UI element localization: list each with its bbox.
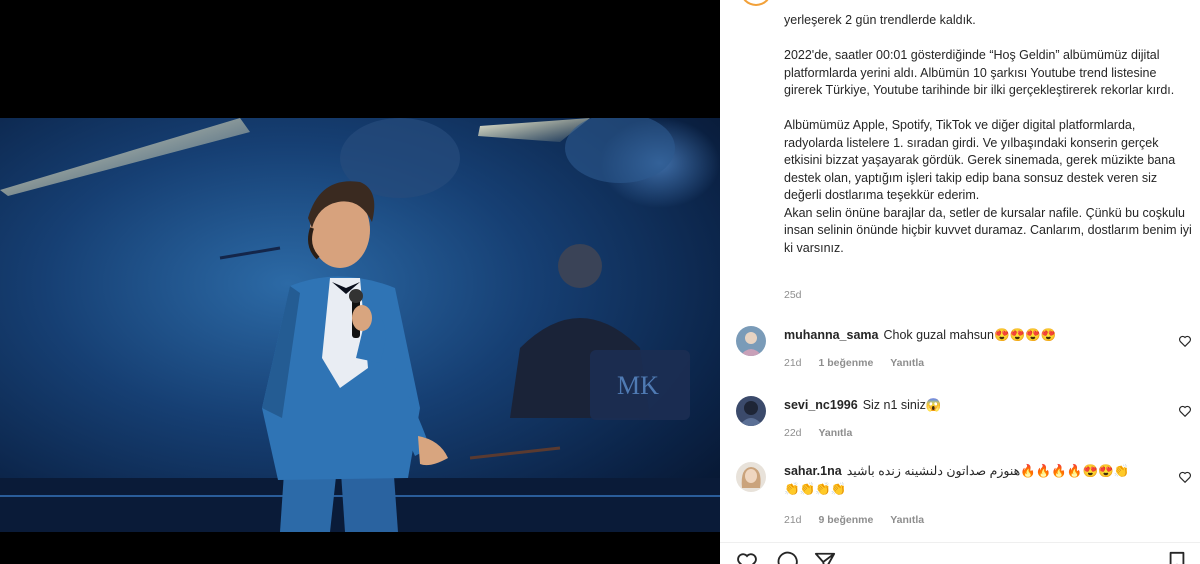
post-action-bar [720,542,1200,564]
heart-icon[interactable] [1178,334,1192,348]
post-detail-panel: yerleşerek 2 gün trendlerde kaldık. 2022… [720,0,1200,564]
comment-time[interactable]: 21d [784,357,802,369]
comment-likes[interactable]: 9 beğenme [818,514,873,526]
comment-body: muhanna_sama Chok guzal mahsun😍😍😍😍 [784,326,1164,344]
comment-username[interactable]: sevi_nc1996 [784,398,858,412]
comment-time[interactable]: 21d [784,514,802,526]
comment-username[interactable]: sahar.1na [784,464,842,478]
comment-username[interactable]: muhanna_sama [784,328,878,342]
share-icon[interactable] [814,551,836,564]
comment-body: sahar.1na هنوزم صداتون دلنشینه زنده باشید… [784,462,1144,498]
comment-text: Chok guzal mahsun😍😍😍😍 [883,328,1057,342]
comment-item: muhanna_sama Chok guzal mahsun😍😍😍😍 21d 1 … [736,326,1192,386]
comment-meta: 21d 1 beğenme Yanıtla [784,357,938,369]
heart-icon[interactable] [1178,404,1192,418]
comment-item: sahar.1na هنوزم صداتون دلنشینه زنده باشید… [736,462,1192,532]
caption-timestamp[interactable]: 25d [784,289,802,301]
avatar[interactable] [736,326,766,356]
comment-meta: 21d 9 beğenme Yanıtla [784,514,938,526]
heart-icon[interactable] [1178,470,1192,484]
avatar[interactable] [736,396,766,426]
comment-icon[interactable] [776,551,798,564]
comment-item: sevi_nc1996 Siz n1 siniz😱 22d Yanıtla [736,396,1192,446]
avatar[interactable] [736,462,766,492]
comment-likes[interactable]: 1 beğenme [818,357,873,369]
heart-icon[interactable] [736,551,758,564]
bookmark-icon[interactable] [1166,551,1188,564]
reply-button[interactable]: Yanıtla [890,514,924,526]
comment-meta: 22d Yanıtla [784,427,866,439]
post-caption: yerleşerek 2 gün trendlerde kaldık. 2022… [784,13,1192,255]
author-avatar-ring[interactable] [740,0,772,6]
post-media-pane: MK [0,0,720,564]
stage-logo: MK [617,371,659,400]
post-photo[interactable]: MK [0,118,720,532]
reply-button[interactable]: Yanıtla [818,427,852,439]
reply-button[interactable]: Yanıtla [890,357,924,369]
comment-body: sevi_nc1996 Siz n1 siniz😱 [784,396,1164,414]
comment-time[interactable]: 22d [784,427,802,439]
concert-scene: MK [0,118,720,532]
light-beam [0,118,250,196]
comment-text: Siz n1 siniz😱 [862,398,942,412]
